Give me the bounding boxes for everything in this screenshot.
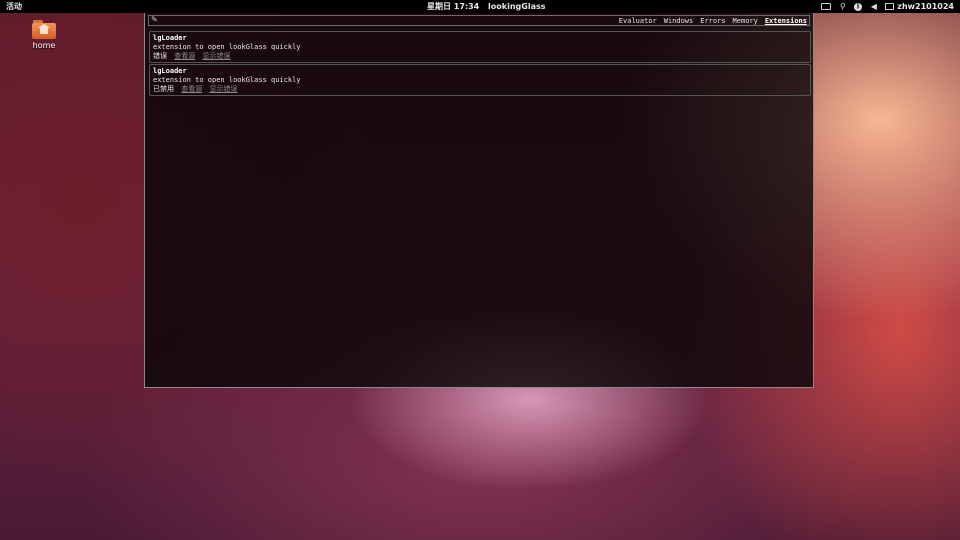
extension-name: lgLoader xyxy=(153,34,187,42)
extension-status-row: 错误 查看源 显示错误 xyxy=(153,52,807,61)
clock-area[interactable]: 星期日 17:34 lookingGlass xyxy=(427,1,552,12)
eyedropper-icon[interactable]: ✎ xyxy=(151,15,158,25)
clock[interactable]: 星期日 17:34 xyxy=(427,2,479,11)
extension-list: lgLoader extension to open lookGlass qui… xyxy=(149,31,811,97)
desktop-home-item[interactable]: home xyxy=(28,20,60,50)
activities-button[interactable]: 活动 xyxy=(6,1,22,12)
home-label: home xyxy=(32,41,56,50)
extension-item: lgLoader extension to open lookGlass qui… xyxy=(149,64,811,96)
bluetooth-icon[interactable]: ᛒ xyxy=(854,2,863,11)
tab-extensions[interactable]: Extensions xyxy=(765,16,807,26)
user-menu[interactable]: zhw2101024 xyxy=(885,2,954,11)
looking-glass-window: ✎ Evaluator Windows Errors Memory Extens… xyxy=(144,13,814,388)
username[interactable]: zhw2101024 xyxy=(897,2,954,11)
tab-memory[interactable]: Memory xyxy=(733,16,758,26)
show-errors-link[interactable]: 显示错误 xyxy=(202,52,230,60)
extension-name: lgLoader xyxy=(153,67,187,75)
home-folder-icon[interactable] xyxy=(32,20,56,39)
extension-status-row: 已禁用 查看源 显示错误 xyxy=(153,85,807,94)
extension-description: extension to open lookGlass quickly xyxy=(153,43,301,51)
tab-windows[interactable]: Windows xyxy=(664,16,694,26)
mail-icon xyxy=(885,3,895,10)
keyboard-icon[interactable] xyxy=(821,3,832,10)
network-icon[interactable]: ⚲ xyxy=(838,2,847,11)
status-area: ⚲ ᛒ ◀ zhw2101024 xyxy=(821,0,954,13)
lg-tabs: Evaluator Windows Errors Memory Extensio… xyxy=(619,16,807,26)
view-source-link[interactable]: 查看源 xyxy=(181,85,202,93)
tab-errors[interactable]: Errors xyxy=(700,16,725,26)
volume-icon[interactable]: ◀ xyxy=(869,2,878,11)
view-source-link[interactable]: 查看源 xyxy=(174,52,195,60)
extension-status: 已禁用 xyxy=(153,85,174,93)
looking-glass-toolbar: ✎ Evaluator Windows Errors Memory Extens… xyxy=(148,15,810,26)
extension-description: extension to open lookGlass quickly xyxy=(153,76,301,84)
top-panel: 活动 星期日 17:34 lookingGlass ⚲ ᛒ ◀ zhw21010… xyxy=(0,0,960,13)
tab-evaluator[interactable]: Evaluator xyxy=(619,16,657,26)
extension-item: lgLoader extension to open lookGlass qui… xyxy=(149,31,811,63)
show-errors-link[interactable]: 显示错误 xyxy=(209,85,237,93)
extension-status: 错误 xyxy=(153,52,167,60)
app-menu[interactable]: lookingGlass xyxy=(488,2,545,11)
